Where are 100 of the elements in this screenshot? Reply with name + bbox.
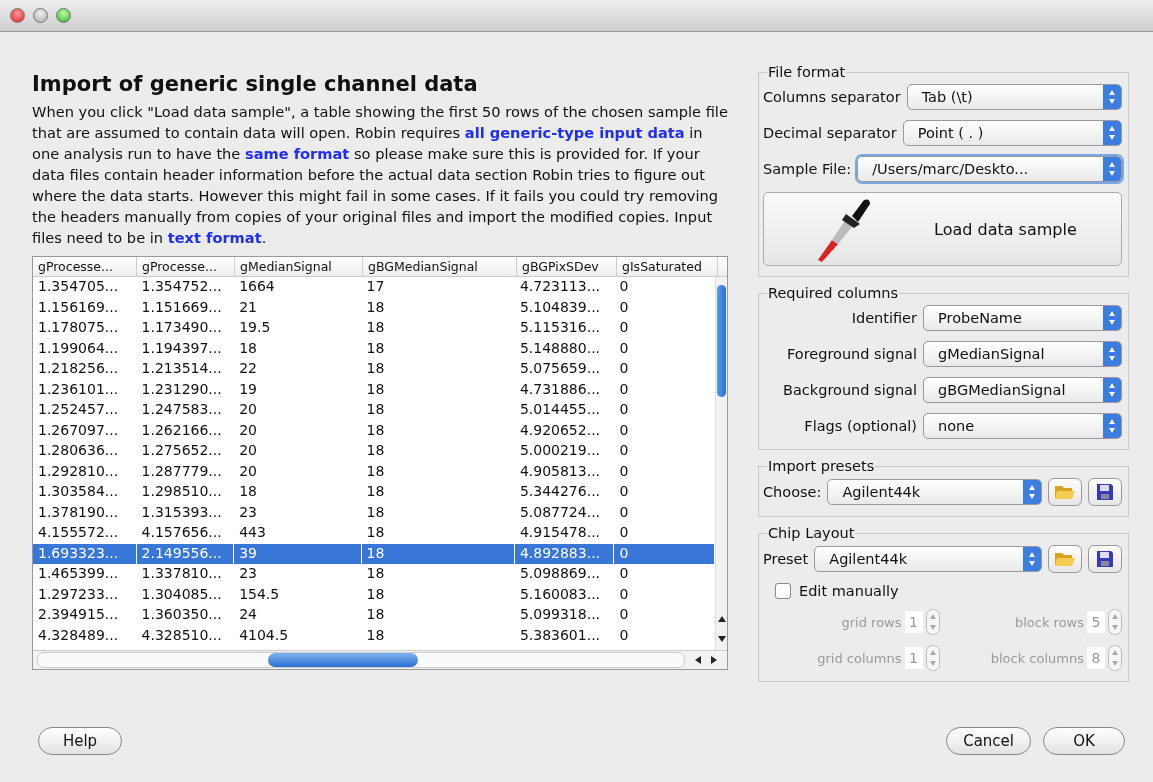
- table-cell-text: 4.731886...: [518, 379, 602, 399]
- table-row[interactable]: 4.155572... 4.157656... 443 18 4.915478... 0: [33, 523, 715, 544]
- table-cell-text: 5.099318...: [518, 605, 602, 624]
- column-header[interactable]: gIsSaturated: [617, 257, 718, 276]
- dropdown[interactable]: /Users/marc/Deskto...: [857, 156, 1122, 182]
- scrollbar-thumb[interactable]: [268, 653, 418, 667]
- table-cell-text: 0: [618, 564, 630, 583]
- updown-arrows-icon: [1103, 85, 1121, 109]
- stepper-icon[interactable]: [925, 645, 940, 671]
- table-cell-text: 4.915478...: [518, 523, 602, 542]
- table-cell-text: 18: [365, 420, 386, 440]
- help-button[interactable]: Help: [38, 727, 122, 755]
- help-link[interactable]: text format: [167, 229, 262, 246]
- table-cell-text: 18: [365, 318, 386, 337]
- table-cell-text: 4.157656...: [140, 523, 223, 542]
- table-row[interactable]: 1.378190... 1.315393... 23 18 5.087724... 0: [33, 502, 715, 523]
- table-cell-text: 5.115316...: [518, 318, 602, 337]
- table-row[interactable]: 1.218256... 1.213514... 22 18 5.075659... 0: [33, 359, 715, 380]
- table-row[interactable]: 1.156169... 1.151669... 21 18 5.104839... 0: [33, 297, 715, 318]
- dropdown[interactable]: ProbeName: [923, 305, 1122, 331]
- table-cell-text: 0: [618, 318, 630, 337]
- column-header[interactable]: gMedianSignal: [235, 257, 363, 276]
- table-row[interactable]: 1.292810... 1.287779... 20 18 4.905813... 0: [33, 461, 715, 482]
- table-cell-text: 18: [365, 502, 386, 522]
- table-cell-text: 1.360350...: [140, 605, 223, 624]
- field-label: Foreground signal: [785, 346, 917, 362]
- stepper-icon[interactable]: [925, 609, 940, 635]
- table-cell-text: 4.155572...: [37, 523, 120, 542]
- dropdown[interactable]: Tab (\t): [906, 84, 1122, 110]
- table-cell-text: 4.328510...: [140, 625, 223, 645]
- table-row[interactable]: 1.297233... 1.304085... 154.5 18 5.160083... 0: [33, 584, 715, 605]
- updown-arrows-icon: [1103, 157, 1121, 181]
- table-row[interactable]: 1.465399... 1.337810... 23 18 5.098869... 0: [33, 564, 715, 585]
- table-cell-text: 1.178075...: [37, 318, 120, 337]
- table-cell-text: 0: [618, 605, 630, 624]
- dropdown[interactable]: Point ( . ): [902, 120, 1122, 146]
- dropdown[interactable]: Agilent44k: [827, 479, 1042, 505]
- table-cell-text: 23: [238, 502, 258, 522]
- table-row[interactable]: 1.199064... 1.194397... 18 18 5.148880... 0: [33, 338, 715, 359]
- table-cell: 18: [361, 543, 515, 564]
- cancel-button[interactable]: Cancel: [946, 727, 1031, 755]
- vertical-scrollbar[interactable]: [715, 277, 727, 650]
- save-button[interactable]: [1088, 545, 1122, 573]
- table-cell: 4.892883...: [514, 543, 615, 564]
- table-row[interactable]: 1.178075... 1.173490... 19.5 18 5.115316... 0: [33, 318, 715, 339]
- table-cell-text: 0: [618, 400, 630, 419]
- table-cell-text: 443: [238, 523, 267, 542]
- table-cell-text: 1.199064...: [37, 338, 120, 358]
- ok-button[interactable]: OK: [1043, 727, 1125, 755]
- table-cell-text: 1.303584...: [37, 482, 120, 501]
- stepper-icon[interactable]: [1108, 609, 1122, 635]
- dropdown[interactable]: none: [923, 413, 1122, 439]
- table-row[interactable]: 2.394915... 1.360350... 24 18 5.099318... 0: [33, 605, 715, 626]
- table-row[interactable]: 1.280636... 1.275652... 20 18 5.000219... 0: [33, 441, 715, 462]
- column-header[interactable]: gBGMedianSignal: [363, 257, 517, 276]
- field-label: Sample File:: [763, 161, 852, 177]
- panel-title: File format: [767, 64, 847, 80]
- load-data-button[interactable]: Load data sample: [763, 192, 1122, 266]
- close-button[interactable]: [10, 8, 25, 23]
- minimize-button[interactable]: [33, 8, 48, 23]
- table-row[interactable]: 1.236101... 1.231290... 19 18 4.731886... 0: [33, 379, 715, 400]
- scrollbar-thumb[interactable]: [717, 285, 726, 397]
- table-cell-text: 18: [365, 584, 386, 604]
- table-cell-text: 1.287779...: [140, 461, 223, 481]
- checkbox[interactable]: [775, 583, 791, 599]
- table-cell-text: 0: [618, 482, 630, 501]
- field-label: Flags (optional): [803, 418, 917, 434]
- table-cell-text: 18: [365, 338, 386, 358]
- table-row[interactable]: 4.328489... 4.328510... 4104.5 18 5.383601... 0: [33, 625, 715, 646]
- table-row[interactable]: 1.303584... 1.298510... 18 18 5.344276... 0: [33, 482, 715, 503]
- table-cell-text: 5.383601...: [518, 625, 602, 645]
- table-cell-text: 1.315393...: [140, 502, 223, 522]
- dropdown[interactable]: gMedianSignal: [923, 341, 1122, 367]
- table-row[interactable]: 1.267097... 1.262166... 20 18 4.920652... 0: [33, 420, 715, 441]
- table-cell-text: 18: [365, 482, 386, 501]
- column-header[interactable]: gProcesse...: [137, 257, 235, 276]
- open-button[interactable]: [1048, 545, 1082, 573]
- dropdown[interactable]: Agilent44k: [814, 546, 1042, 572]
- table-cell-text: 1.354705...: [37, 277, 120, 296]
- stepper-icon[interactable]: [1108, 645, 1122, 671]
- help-link[interactable]: all generic-type input data: [464, 124, 685, 141]
- table-cell-text: 4.723113...: [518, 277, 602, 296]
- table-cell-text: 1.218256...: [37, 359, 120, 378]
- column-header[interactable]: gProcesse...: [33, 257, 137, 276]
- horizontal-scrollbar[interactable]: [33, 650, 727, 669]
- table-cell-text: 0: [618, 359, 630, 378]
- zoom-button[interactable]: [56, 8, 71, 23]
- column-header[interactable]: gBGPixSDev: [517, 257, 617, 276]
- open-button[interactable]: [1048, 478, 1082, 506]
- updown-arrows-icon: [1103, 306, 1121, 330]
- table-cell-text: 23: [238, 564, 258, 583]
- table-row[interactable]: 1.354705... 1.354752... 1664 17 4.723113... 0: [33, 277, 715, 298]
- help-link[interactable]: same format: [245, 145, 350, 162]
- panel-title: Required columns: [767, 285, 900, 301]
- table-cell-text: 1.378190...: [37, 502, 120, 522]
- selected-table-row[interactable]: 1.693323... 2.149556... 39 18 4.892883... 0: [33, 543, 715, 564]
- save-button[interactable]: [1088, 478, 1122, 506]
- dropdown[interactable]: gBGMedianSignal: [923, 377, 1122, 403]
- table-cell-text: 1.194397...: [140, 338, 223, 358]
- table-row[interactable]: 1.252457... 1.247583... 20 18 5.014455... 0: [33, 400, 715, 421]
